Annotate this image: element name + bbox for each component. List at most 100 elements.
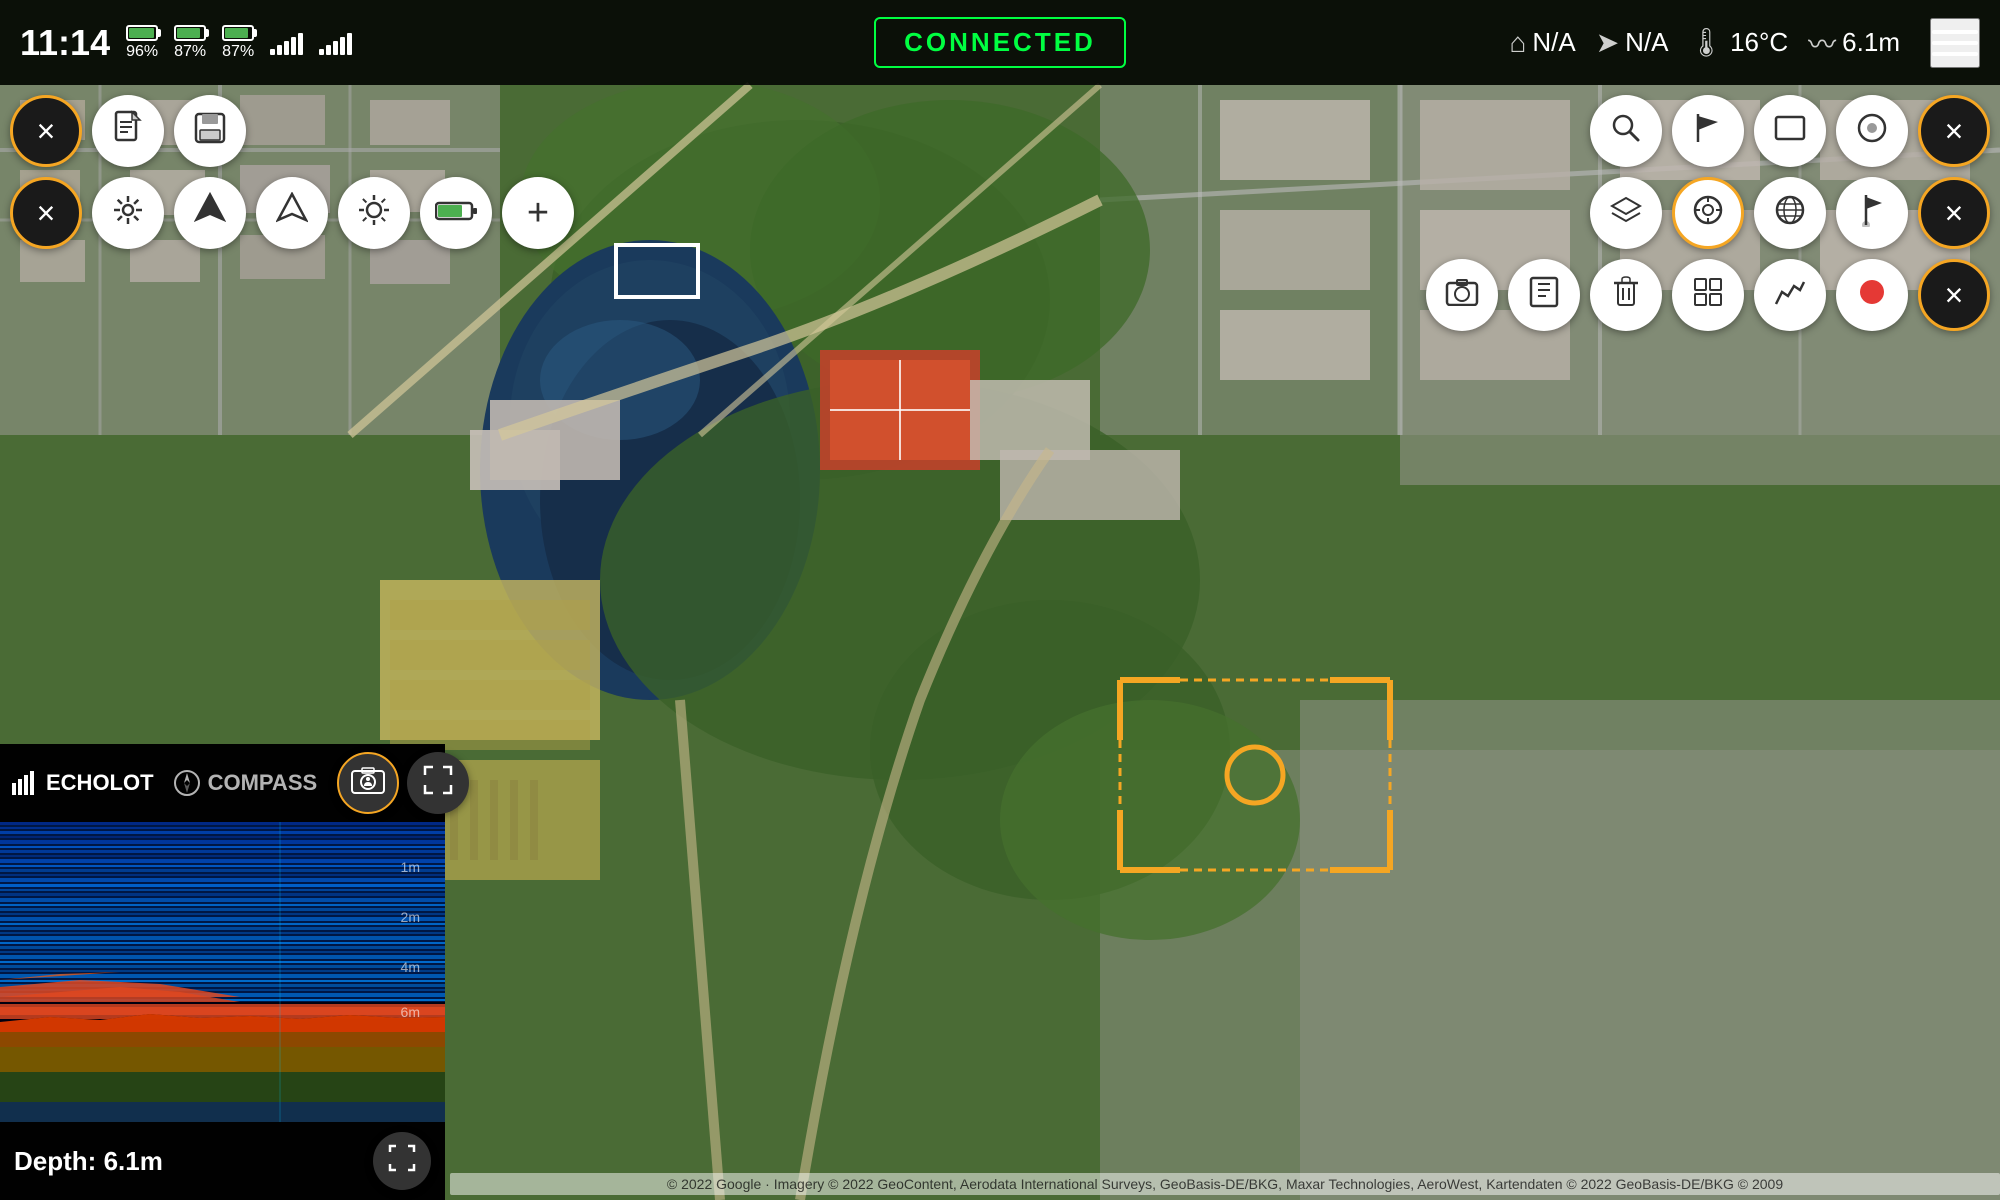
circle-draw-button[interactable]: [1836, 95, 1908, 167]
save-button[interactable]: [174, 95, 246, 167]
close-button-1[interactable]: ×: [10, 95, 82, 167]
echolot-tab[interactable]: ECHOLOT: [12, 770, 154, 796]
close-icon-r1: ×: [1945, 113, 1964, 150]
globe-button[interactable]: [1754, 177, 1826, 249]
flag-button[interactable]: [1672, 95, 1744, 167]
search-icon: [1611, 113, 1641, 150]
layers-icon: [1610, 196, 1642, 231]
close-button-right-3[interactable]: ×: [1918, 259, 1990, 331]
layers-button[interactable]: [1590, 177, 1662, 249]
target-button[interactable]: [1672, 177, 1744, 249]
chart-icon: [1774, 278, 1806, 313]
close-icon-r3: ×: [1945, 277, 1964, 314]
waypoint-outline-icon: [276, 192, 308, 235]
delete-button[interactable]: [1590, 259, 1662, 331]
echolot-buttons: [337, 752, 469, 814]
photo-button[interactable]: [1426, 259, 1498, 331]
document-icon: [112, 110, 144, 153]
battery-button[interactable]: [420, 177, 492, 249]
wifi-signal: [319, 31, 352, 55]
brightness-icon: [358, 194, 390, 233]
echolot-footer: Depth: 6.1m: [0, 1122, 445, 1200]
arrow-icon: ➤: [1596, 26, 1619, 59]
settings-icon: [112, 194, 144, 233]
grid-view-button[interactable]: [1672, 259, 1744, 331]
echolot-visualization: 1m 2m 4m 6m: [0, 822, 445, 1122]
golf-flag-button[interactable]: [1836, 177, 1908, 249]
temp-status: 🌡 16°C: [1689, 26, 1789, 59]
battery-1-label: 96%: [126, 43, 158, 61]
depth-label: Depth: 6.1m: [14, 1146, 163, 1177]
golf-flag-icon: [1858, 193, 1886, 234]
battery-icon: [435, 197, 477, 229]
wave-icon: 〰: [1808, 23, 1836, 63]
toolbar-left: ×: [10, 95, 574, 249]
close-icon-r2: ×: [1945, 195, 1964, 232]
svg-text:2m: 2m: [401, 909, 420, 925]
add-button[interactable]: +: [502, 177, 574, 249]
close-button-right-2[interactable]: ×: [1918, 177, 1990, 249]
settings-button[interactable]: [92, 177, 164, 249]
download-icon: [1529, 276, 1559, 315]
battery-2: 87%: [174, 25, 206, 61]
signal-bars: [270, 31, 303, 55]
menu-line-1: [1932, 30, 1978, 34]
menu-line-2: [1932, 41, 1978, 45]
svg-text:6m: 6m: [401, 1004, 420, 1020]
menu-line-3: [1932, 52, 1978, 56]
close-button-right-1[interactable]: ×: [1918, 95, 1990, 167]
location-status: ➤ N/A: [1596, 26, 1669, 59]
menu-button[interactable]: [1930, 18, 1980, 68]
temp-value: 16°C: [1730, 27, 1788, 58]
home-icon: ⌂: [1509, 27, 1526, 59]
close-button-2[interactable]: ×: [10, 177, 82, 249]
record-button[interactable]: [1836, 259, 1908, 331]
toolbar-left-row2: ×: [10, 177, 574, 249]
home-status: ⌂ N/A: [1509, 27, 1575, 59]
download-button[interactable]: [1508, 259, 1580, 331]
echolot-expand-button[interactable]: [407, 752, 469, 814]
target-icon: [1692, 194, 1724, 233]
rectangle-button[interactable]: [1754, 95, 1826, 167]
compass-tab[interactable]: COMPASS: [174, 770, 318, 796]
connected-badge: CONNECTED: [874, 17, 1126, 68]
depth-status: 〰 6.1m: [1808, 23, 1900, 63]
battery-3: 87%: [222, 25, 254, 61]
expand-icon: [423, 765, 453, 802]
clock: 11:14: [20, 22, 110, 64]
search-button[interactable]: [1590, 95, 1662, 167]
battery-3-label: 87%: [222, 43, 254, 61]
thermometer-icon: 🌡: [1689, 26, 1725, 59]
echolot-display: 1m 2m 4m 6m: [0, 822, 445, 1122]
waypoint-outline-button[interactable]: [256, 177, 328, 249]
battery-1: 96%: [126, 25, 158, 61]
depth-value: 6.1m: [1842, 27, 1900, 58]
echolot-fullscreen-button[interactable]: [373, 1132, 431, 1190]
save-icon: [194, 112, 226, 151]
location-value: N/A: [1625, 27, 1668, 58]
trash-icon: [1612, 276, 1640, 315]
echolot-camera-icon: [350, 765, 386, 802]
globe-icon: [1774, 194, 1806, 233]
toolbar-right: ×: [1426, 95, 1990, 331]
svg-text:4m: 4m: [401, 959, 420, 975]
waypoint-filled-button[interactable]: [174, 177, 246, 249]
echolot-camera-button[interactable]: [337, 752, 399, 814]
new-document-button[interactable]: [92, 95, 164, 167]
echolot-panel: ECHOLOT COMPASS: [0, 744, 445, 1200]
map-attribution: © 2022 Google · Imagery © 2022 GeoConten…: [450, 1173, 2000, 1195]
brightness-button[interactable]: [338, 177, 410, 249]
grid-icon: [1693, 277, 1723, 314]
toolbar-right-row3: ×: [1426, 259, 1990, 331]
circle-draw-icon: [1856, 112, 1888, 151]
close-icon-2: ×: [37, 195, 56, 232]
compass-icon: [174, 770, 200, 796]
home-value: N/A: [1532, 27, 1575, 58]
photo-icon: [1445, 278, 1479, 313]
close-icon-1: ×: [37, 113, 56, 150]
toolbar-right-row2: ×: [1426, 177, 1990, 249]
flag-icon: [1694, 112, 1722, 151]
echolot-bar-icon: [12, 771, 38, 795]
battery-1-bar: [126, 25, 158, 41]
chart-button[interactable]: [1754, 259, 1826, 331]
